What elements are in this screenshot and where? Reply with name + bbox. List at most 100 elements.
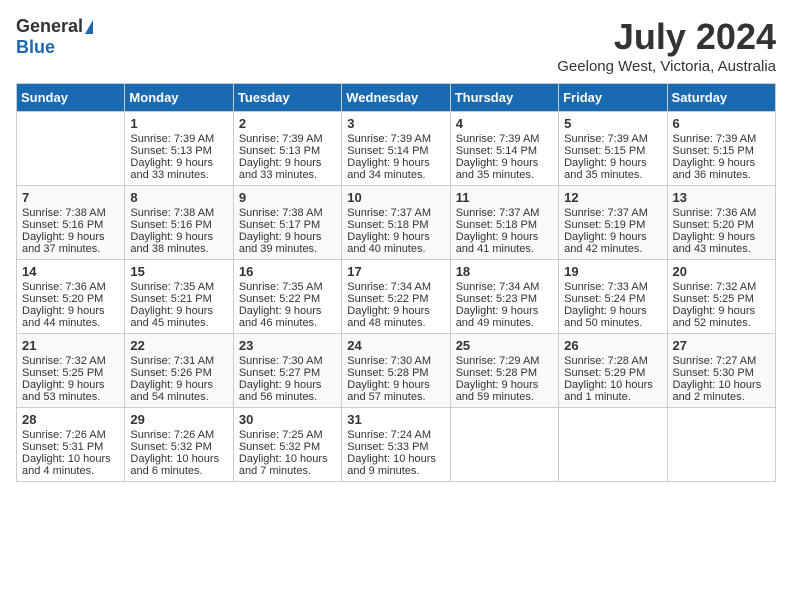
calendar-cell: 6Sunrise: 7:39 AMSunset: 5:15 PMDaylight… [667,112,775,186]
day-info-line: Daylight: 9 hours [456,231,553,243]
day-info-line: Daylight: 9 hours [564,305,661,317]
col-header-thursday: Thursday [450,84,558,112]
day-info-line: and 6 minutes. [130,465,227,477]
day-info-line: and 44 minutes. [22,317,119,329]
day-number: 1 [130,116,227,131]
calendar-cell: 3Sunrise: 7:39 AMSunset: 5:14 PMDaylight… [342,112,450,186]
day-info-line: Sunrise: 7:32 AM [22,355,119,367]
day-info-line: and 49 minutes. [456,317,553,329]
day-info-line: Daylight: 9 hours [239,231,336,243]
day-number: 2 [239,116,336,131]
day-number: 6 [673,116,770,131]
day-info-line: and 54 minutes. [130,391,227,403]
day-info-line: Daylight: 9 hours [673,157,770,169]
day-number: 9 [239,190,336,205]
day-info-line: Sunrise: 7:30 AM [239,355,336,367]
day-info-line: Daylight: 9 hours [347,379,444,391]
day-info-line: Sunset: 5:33 PM [347,441,444,453]
day-info-line: Sunrise: 7:26 AM [22,429,119,441]
day-number: 7 [22,190,119,205]
col-header-saturday: Saturday [667,84,775,112]
day-info-line: Sunset: 5:20 PM [22,293,119,305]
day-number: 21 [22,338,119,353]
day-number: 4 [456,116,553,131]
day-info-line: and 41 minutes. [456,243,553,255]
day-info-line: Daylight: 10 hours [673,379,770,391]
calendar-cell: 14Sunrise: 7:36 AMSunset: 5:20 PMDayligh… [17,260,125,334]
day-info-line: Sunset: 5:14 PM [347,145,444,157]
day-info-line: Daylight: 9 hours [564,231,661,243]
calendar-cell: 24Sunrise: 7:30 AMSunset: 5:28 PMDayligh… [342,334,450,408]
calendar-cell: 8Sunrise: 7:38 AMSunset: 5:16 PMDaylight… [125,186,233,260]
calendar-cell: 5Sunrise: 7:39 AMSunset: 5:15 PMDaylight… [559,112,667,186]
day-info-line: Daylight: 9 hours [564,157,661,169]
page-header: General Blue July 2024 Geelong West, Vic… [16,16,776,75]
month-title: July 2024 [557,16,776,58]
day-info-line: Daylight: 9 hours [239,305,336,317]
logo-general-text: General [16,16,83,37]
day-info-line: Sunrise: 7:38 AM [22,207,119,219]
day-info-line: Sunset: 5:26 PM [130,367,227,379]
day-info-line: Daylight: 9 hours [347,305,444,317]
day-number: 26 [564,338,661,353]
calendar-cell: 25Sunrise: 7:29 AMSunset: 5:28 PMDayligh… [450,334,558,408]
day-number: 13 [673,190,770,205]
day-info-line: Sunset: 5:17 PM [239,219,336,231]
day-info-line: Sunset: 5:21 PM [130,293,227,305]
day-number: 28 [22,412,119,427]
day-info-line: and 59 minutes. [456,391,553,403]
day-info-line: and 1 minute. [564,391,661,403]
calendar-header-row: SundayMondayTuesdayWednesdayThursdayFrid… [17,84,776,112]
day-number: 12 [564,190,661,205]
day-info-line: Sunset: 5:13 PM [239,145,336,157]
day-info-line: and 52 minutes. [673,317,770,329]
day-info-line: and 53 minutes. [22,391,119,403]
day-info-line: Sunrise: 7:39 AM [347,133,444,145]
day-info-line: Sunset: 5:32 PM [239,441,336,453]
day-info-line: Sunset: 5:25 PM [673,293,770,305]
day-info-line: Daylight: 9 hours [22,231,119,243]
day-info-line: and 40 minutes. [347,243,444,255]
day-info-line: Daylight: 10 hours [347,453,444,465]
calendar-cell: 4Sunrise: 7:39 AMSunset: 5:14 PMDaylight… [450,112,558,186]
day-info-line: Sunrise: 7:38 AM [130,207,227,219]
day-number: 11 [456,190,553,205]
day-info-line: and 39 minutes. [239,243,336,255]
day-info-line: and 7 minutes. [239,465,336,477]
day-info-line: and 35 minutes. [564,169,661,181]
location-title: Geelong West, Victoria, Australia [557,58,776,75]
day-info-line: Sunset: 5:32 PM [130,441,227,453]
day-number: 17 [347,264,444,279]
day-info-line: Sunset: 5:23 PM [456,293,553,305]
day-info-line: and 50 minutes. [564,317,661,329]
day-info-line: Daylight: 9 hours [347,231,444,243]
day-info-line: and 46 minutes. [239,317,336,329]
calendar-cell: 12Sunrise: 7:37 AMSunset: 5:19 PMDayligh… [559,186,667,260]
col-header-sunday: Sunday [17,84,125,112]
logo-blue-text: Blue [16,37,55,58]
day-number: 19 [564,264,661,279]
day-number: 24 [347,338,444,353]
day-info-line: and 48 minutes. [347,317,444,329]
calendar-cell: 23Sunrise: 7:30 AMSunset: 5:27 PMDayligh… [233,334,341,408]
col-header-tuesday: Tuesday [233,84,341,112]
day-number: 30 [239,412,336,427]
day-number: 25 [456,338,553,353]
day-info-line: and 37 minutes. [22,243,119,255]
day-info-line: Daylight: 9 hours [456,379,553,391]
calendar-cell: 22Sunrise: 7:31 AMSunset: 5:26 PMDayligh… [125,334,233,408]
day-info-line: and 38 minutes. [130,243,227,255]
day-info-line: and 2 minutes. [673,391,770,403]
day-number: 16 [239,264,336,279]
day-info-line: and 57 minutes. [347,391,444,403]
day-info-line: and 42 minutes. [564,243,661,255]
calendar-cell: 17Sunrise: 7:34 AMSunset: 5:22 PMDayligh… [342,260,450,334]
day-info-line: Sunset: 5:15 PM [673,145,770,157]
day-number: 18 [456,264,553,279]
day-info-line: Sunset: 5:25 PM [22,367,119,379]
day-info-line: Sunset: 5:14 PM [456,145,553,157]
calendar-cell: 29Sunrise: 7:26 AMSunset: 5:32 PMDayligh… [125,408,233,482]
calendar-cell: 10Sunrise: 7:37 AMSunset: 5:18 PMDayligh… [342,186,450,260]
day-info-line: and 43 minutes. [673,243,770,255]
calendar-cell: 30Sunrise: 7:25 AMSunset: 5:32 PMDayligh… [233,408,341,482]
